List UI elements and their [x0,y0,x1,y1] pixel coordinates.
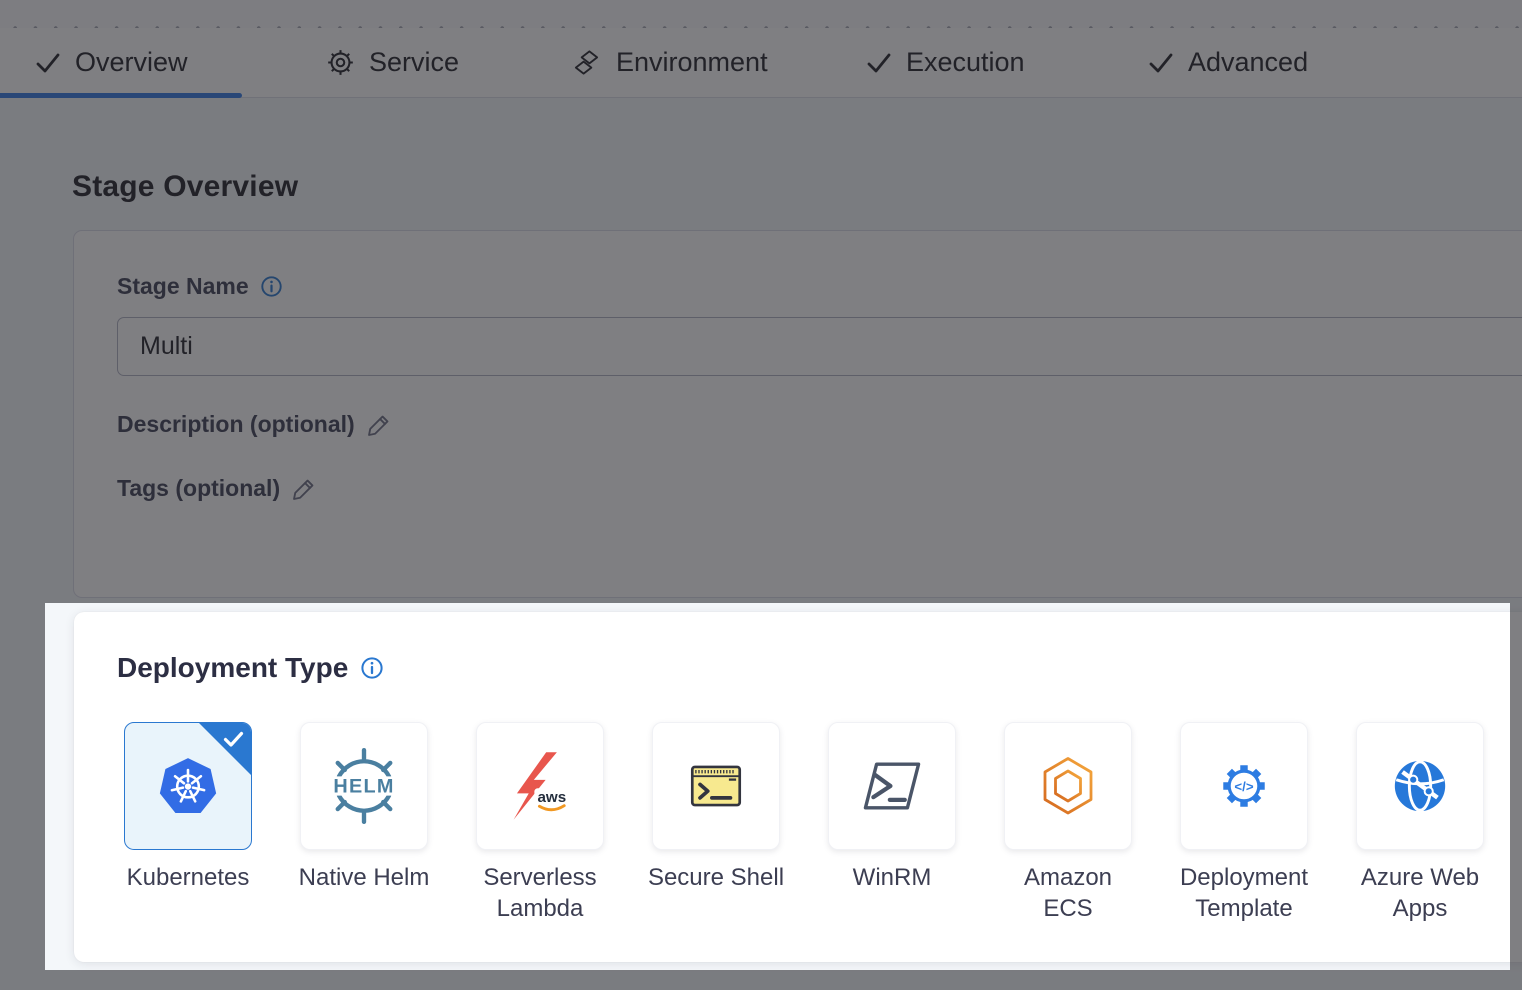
stage-overview-page: Stage Overview Stage Name Description (o… [0,98,1522,990]
info-icon[interactable] [360,656,384,680]
svg-text:HELM: HELM [333,775,394,797]
tab-execution[interactable]: Execution [866,28,1025,97]
deployment-type-amazon-ecs[interactable] [1004,722,1132,850]
stage-tabs: Overview Service Environment [0,28,1522,98]
deployment-type-label: Kubernetes [100,862,276,893]
deployment-type-winrm[interactable] [828,722,956,850]
deployment-type-title: Deployment Type [117,652,348,684]
terminal-icon [683,753,749,819]
description-label: Description (optional) [117,411,355,438]
svg-text:aws: aws [537,789,566,806]
tab-overview[interactable]: Overview [35,28,188,97]
deployment-type-label: Serverless Lambda [452,862,628,924]
deployment-type-azure-web-apps[interactable] [1356,722,1484,850]
deployment-type-card: Deployment Type [74,612,1522,962]
info-icon[interactable] [260,275,283,298]
deployment-type-heading-row: Deployment Type [117,652,384,684]
tab-label: Environment [616,47,768,78]
deployment-type-native-helm[interactable]: HELM [300,722,428,850]
tab-label: Service [369,47,459,78]
deployment-type-deployment-template[interactable]: </> [1180,722,1308,850]
description-toggle[interactable]: Description (optional) [117,411,392,438]
powershell-icon [858,752,926,820]
tags-label: Tags (optional) [117,475,280,502]
deployment-type-label: Deployment Template [1156,862,1332,924]
deployment-type-label: Secure Shell [628,862,804,893]
helm-icon: HELM [323,745,405,827]
stage-name-label-row: Stage Name [117,273,283,300]
svg-text:</>: </> [1234,779,1253,794]
pipeline-canvas-dots [0,0,1522,28]
pencil-icon [366,412,392,438]
kubernetes-icon [155,753,221,819]
tags-toggle[interactable]: Tags (optional) [117,475,317,502]
deployment-type-label: WinRM [804,862,980,893]
check-icon [1148,52,1174,74]
check-icon [35,52,61,74]
gear-icon [326,48,355,77]
deployment-type-label: Native Helm [276,862,452,893]
azure-globe-icon [1389,755,1451,817]
tab-label: Advanced [1188,47,1308,78]
gear-code-icon: </> [1210,752,1278,820]
pencil-icon [291,476,317,502]
stage-overview-card: Stage Name Description (optional) Tags (… [73,230,1522,598]
tab-service[interactable]: Service [326,28,459,97]
stage-name-label: Stage Name [117,273,249,300]
tab-advanced[interactable]: Advanced [1148,28,1308,97]
deployment-type-label: Amazon ECS [980,862,1156,924]
stage-name-input[interactable] [117,317,1522,376]
check-icon [223,731,244,748]
tab-environment[interactable]: Environment [571,28,768,97]
aws-lambda-icon: aws [504,750,576,822]
tab-label: Overview [75,47,188,78]
deployment-type-secure-shell[interactable] [652,722,780,850]
page-title: Stage Overview [72,170,298,204]
deployment-type-label: Azure Web Apps [1332,862,1508,924]
amazon-ecs-icon [1036,754,1100,818]
tab-label: Execution [906,47,1025,78]
layers-icon [571,47,602,78]
deployment-type-kubernetes[interactable] [124,722,252,850]
check-icon [866,52,892,74]
deployment-type-serverless-lambda[interactable]: aws [476,722,604,850]
